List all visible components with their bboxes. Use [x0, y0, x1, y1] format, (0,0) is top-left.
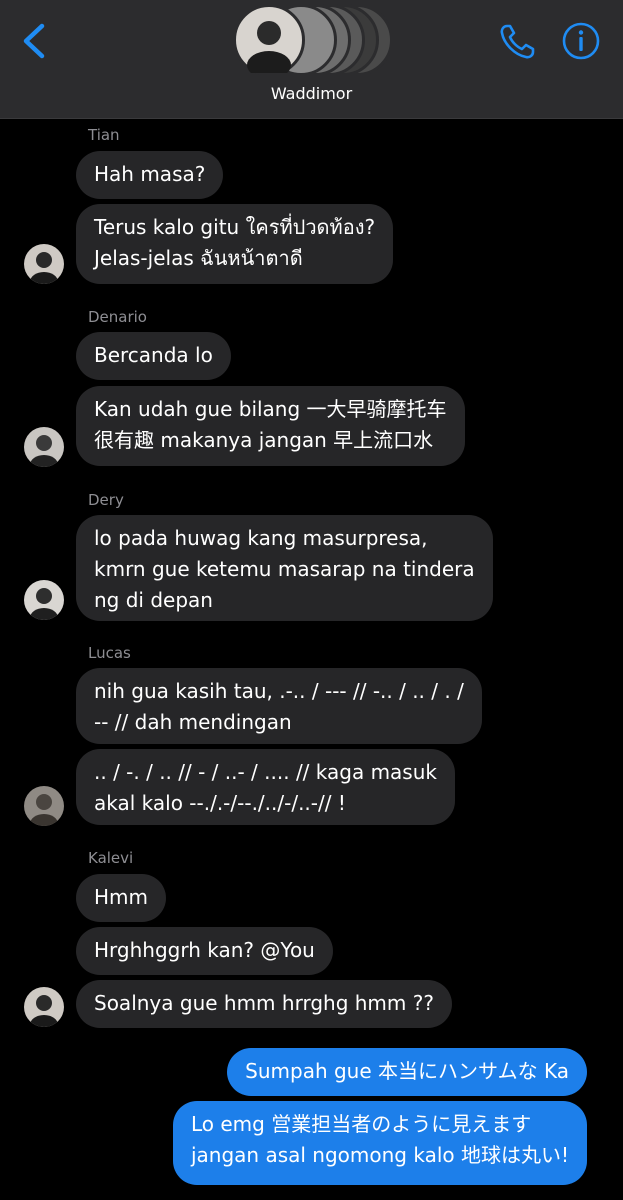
avatar[interactable]	[24, 987, 64, 1027]
call-button[interactable]	[497, 22, 537, 62]
back-button[interactable]	[18, 22, 52, 60]
info-icon	[562, 22, 600, 60]
message-text: lo pada huwag kang masurpresa,	[94, 526, 428, 550]
message-text: Hmm	[94, 885, 149, 909]
phone-icon	[500, 24, 535, 59]
person-avatar-icon	[30, 995, 58, 1027]
outgoing-message-bubble[interactable]: Lo emg 営業担当者のように見えます jangan asal ngomong…	[172, 1101, 587, 1185]
sender-name: Tian	[88, 126, 120, 144]
sender-name: Denario	[88, 308, 147, 326]
chat-header: Waddimor	[0, 0, 623, 119]
chevron-left-icon	[23, 23, 45, 59]
message-text: ng di depan	[94, 588, 213, 612]
message-text: Hah masa?	[94, 162, 206, 186]
message-text: Sumpah gue 本当にハンサムな Ka	[245, 1059, 569, 1083]
person-avatar-icon	[30, 794, 58, 826]
message-text: Soalnya gue hmm hrrghg hmm ??	[94, 991, 434, 1015]
message-bubble[interactable]: Hmm	[76, 874, 167, 922]
person-avatar-icon	[30, 435, 58, 467]
message-text: Jelas-jelas ฉันหน้าตาดี	[94, 246, 303, 270]
sender-name: Kalevi	[88, 849, 134, 867]
avatar[interactable]	[24, 244, 64, 284]
message-bubble[interactable]: nih gua kasih tau, .-.. / --- // -.. / .…	[76, 668, 482, 744]
person-avatar-icon	[30, 252, 58, 284]
message-bubble[interactable]: Terus kalo gitu ใครที่ปวดท้อง? Jelas-jel…	[76, 204, 394, 284]
message-text: -- // dah mendingan	[94, 710, 292, 734]
message-bubble[interactable]: Hrghhggrh kan? @You	[76, 927, 333, 975]
person-avatar-icon	[30, 588, 58, 620]
member-avatar	[233, 4, 305, 79]
message-bubble[interactable]: Kan udah gue bilang 一大早骑摩托车 很有趣 makanya …	[76, 386, 465, 466]
message-text: kmrn gue ketemu masarap na tindera	[94, 557, 475, 581]
message-text: Kan udah gue bilang 一大早骑摩托车	[94, 397, 447, 421]
message-bubble[interactable]: Soalnya gue hmm hrrghg hmm ??	[76, 980, 452, 1028]
message-bubble[interactable]: Bercanda lo	[76, 332, 231, 380]
message-text: .. / -. / .. // - / ..- / .... // kaga m…	[94, 760, 437, 784]
message-text: nih gua kasih tau, .-.. / --- // -.. / .…	[94, 679, 464, 703]
sender-name: Dery	[88, 491, 124, 509]
message-text: Bercanda lo	[94, 343, 213, 367]
person-avatar-icon	[247, 21, 291, 79]
avatar[interactable]	[24, 427, 64, 467]
message-text: Terus kalo gitu ใครที่ปวดท้อง?	[94, 215, 376, 239]
avatar[interactable]	[24, 580, 64, 620]
group-name[interactable]: Waddimor	[0, 84, 623, 103]
message-bubble[interactable]: Hah masa?	[76, 151, 224, 199]
message-text: jangan asal ngomong kalo 地球は丸い!	[190, 1143, 569, 1167]
avatar[interactable]	[24, 786, 64, 826]
message-text: Hrghhggrh kan? @You	[94, 938, 315, 962]
message-text: Lo emg 営業担当者のように見えます	[190, 1112, 532, 1136]
message-text: akal kalo --./.-/--./../-/..-// !	[94, 791, 346, 815]
info-button[interactable]	[560, 20, 602, 62]
message-bubble[interactable]: .. / -. / .. // - / ..- / .... // kaga m…	[76, 749, 455, 825]
group-avatar-stack[interactable]	[233, 4, 393, 79]
sender-name: Lucas	[88, 644, 131, 662]
outgoing-message-bubble[interactable]: Sumpah gue 本当にハンサムな Ka	[227, 1048, 587, 1096]
message-text: 很有趣 makanya jangan 早上流口水	[94, 428, 434, 452]
message-bubble[interactable]: lo pada huwag kang masurpresa, kmrn gue …	[76, 515, 493, 621]
